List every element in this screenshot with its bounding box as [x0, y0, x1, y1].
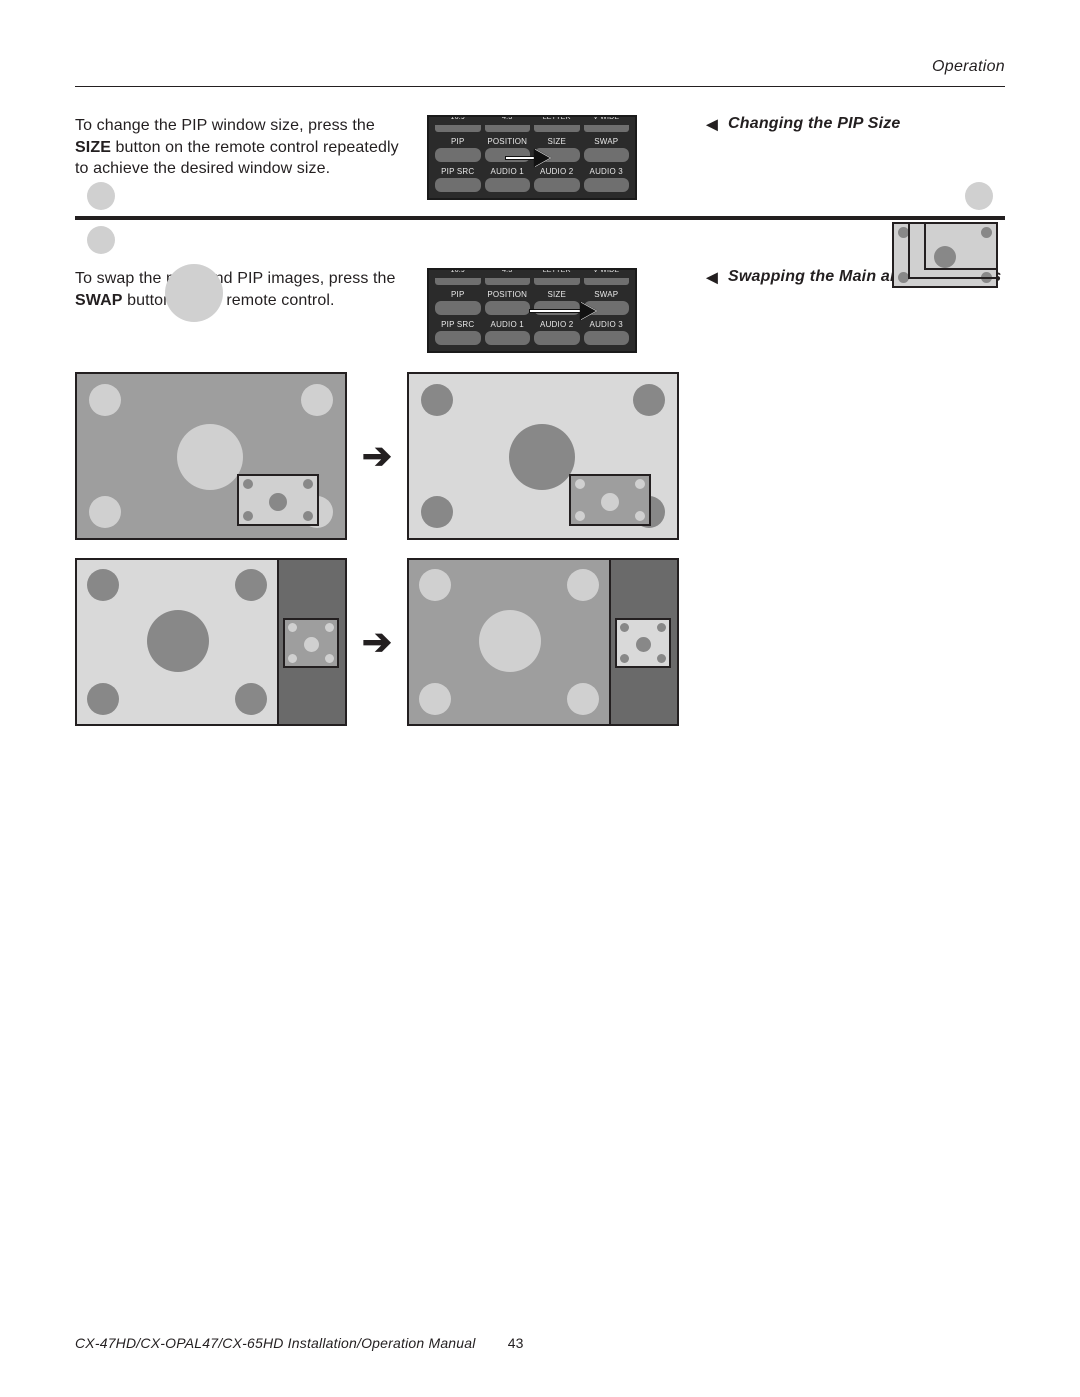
remote-button	[435, 278, 481, 285]
remote-button	[534, 178, 580, 192]
remote-button	[435, 125, 481, 132]
remote-illustration-1: 16:9 4:3 LETTER V WIDE PIP POSITION SIZE…	[427, 115, 652, 200]
section-changing-pip-size: To change the PIP window size, press the…	[75, 115, 1005, 200]
remote-button	[435, 178, 481, 192]
remote-button	[485, 148, 531, 162]
remote-row-top: 16:9 4:3 LETTER V WIDE	[435, 117, 629, 132]
remote-button	[534, 301, 580, 315]
remote-label: AUDIO 1	[485, 167, 531, 176]
remote-body: 16:9 4:3 LETTER V WIDE PIP POSITION SIZE…	[427, 268, 637, 353]
remote-label: POSITION	[485, 137, 531, 146]
section1-remote-col: 16:9 4:3 LETTER V WIDE PIP POSITION SIZE…	[427, 115, 652, 200]
remote-button	[534, 125, 580, 132]
remote-button	[534, 331, 580, 345]
remote-button	[435, 301, 481, 315]
remote-label: SIZE	[534, 137, 580, 146]
remote-label: AUDIO 2	[534, 167, 580, 176]
remote-label: SWAP	[584, 137, 630, 146]
remote-label: PIP	[435, 137, 481, 146]
remote-button	[435, 148, 481, 162]
side-heading-1: ◄ Changing the PIP Size	[702, 115, 1005, 135]
remote-label: POSITION	[485, 290, 531, 299]
s1-bold: SIZE	[75, 139, 111, 156]
right-arrow-icon: ➔	[347, 621, 407, 663]
s2-text-b: button on the remote control.	[123, 292, 335, 309]
footer-manual-title: CX-47HD/CX-OPAL47/CX-65HD Installation/O…	[75, 1335, 476, 1351]
header-rule	[75, 86, 1005, 87]
side-heading-1-text: Changing the PIP Size	[728, 115, 901, 133]
remote-button	[435, 331, 481, 345]
left-arrow-icon: ◄	[702, 115, 722, 135]
remote-label: AUDIO 3	[584, 320, 630, 329]
section1-text: To change the PIP window size, press the…	[75, 115, 415, 200]
remote-label: PIP SRC	[435, 167, 481, 176]
footer-page-number: 43	[508, 1335, 524, 1351]
remote-row-mid: PIP POSITION SIZE SWAP	[435, 132, 629, 162]
remote-label: SWAP	[584, 290, 630, 299]
tv-before-2	[75, 558, 347, 726]
right-arrow-icon: ➔	[347, 435, 407, 477]
s1-text-b: button on the remote control repeatedly …	[75, 139, 399, 178]
remote-button	[485, 331, 531, 345]
remote-button	[485, 301, 531, 315]
remote-label: AUDIO 2	[534, 320, 580, 329]
remote-button	[485, 125, 531, 132]
remote-illustration-2: 16:9 4:3 LETTER V WIDE PIP POSITION SIZE…	[427, 268, 652, 353]
remote-button	[485, 178, 531, 192]
tv-before-1	[75, 372, 347, 540]
remote-button	[584, 178, 630, 192]
page-footer: CX-47HD/CX-OPAL47/CX-65HD Installation/O…	[75, 1335, 524, 1351]
section2-text: To swap the main and PIP images, press t…	[75, 268, 415, 353]
remote-button	[584, 278, 630, 285]
tv-pip-size-illustration	[75, 216, 1005, 220]
remote-row-bot: PIP SRC AUDIO 1 AUDIO 2 AUDIO 3	[435, 162, 629, 192]
remote-body: 16:9 4:3 LETTER V WIDE PIP POSITION SIZE…	[427, 115, 637, 200]
remote-label: AUDIO 1	[485, 320, 531, 329]
s1-text-a: To change the PIP window size, press the	[75, 117, 375, 134]
tv-after-2	[407, 558, 679, 726]
remote-button	[584, 301, 630, 315]
remote-label: AUDIO 3	[584, 167, 630, 176]
remote-button	[584, 331, 630, 345]
section2-remote-col: 16:9 4:3 LETTER V WIDE PIP POSITION SIZE…	[427, 268, 652, 353]
remote-button	[534, 148, 580, 162]
s2-bold: SWAP	[75, 292, 123, 309]
remote-button	[485, 278, 531, 285]
swap-illustration-grid: ➔	[75, 371, 1005, 727]
s2-text-a: To swap the main and PIP images, press t…	[75, 270, 396, 287]
remote-button	[534, 278, 580, 285]
tv-after-1	[407, 372, 679, 540]
page-header-section: Operation	[75, 58, 1005, 76]
remote-button	[584, 125, 630, 132]
remote-label: PIP SRC	[435, 320, 481, 329]
remote-button	[584, 148, 630, 162]
remote-label: PIP	[435, 290, 481, 299]
left-arrow-icon: ◄	[702, 268, 722, 288]
remote-label: SIZE	[534, 290, 580, 299]
